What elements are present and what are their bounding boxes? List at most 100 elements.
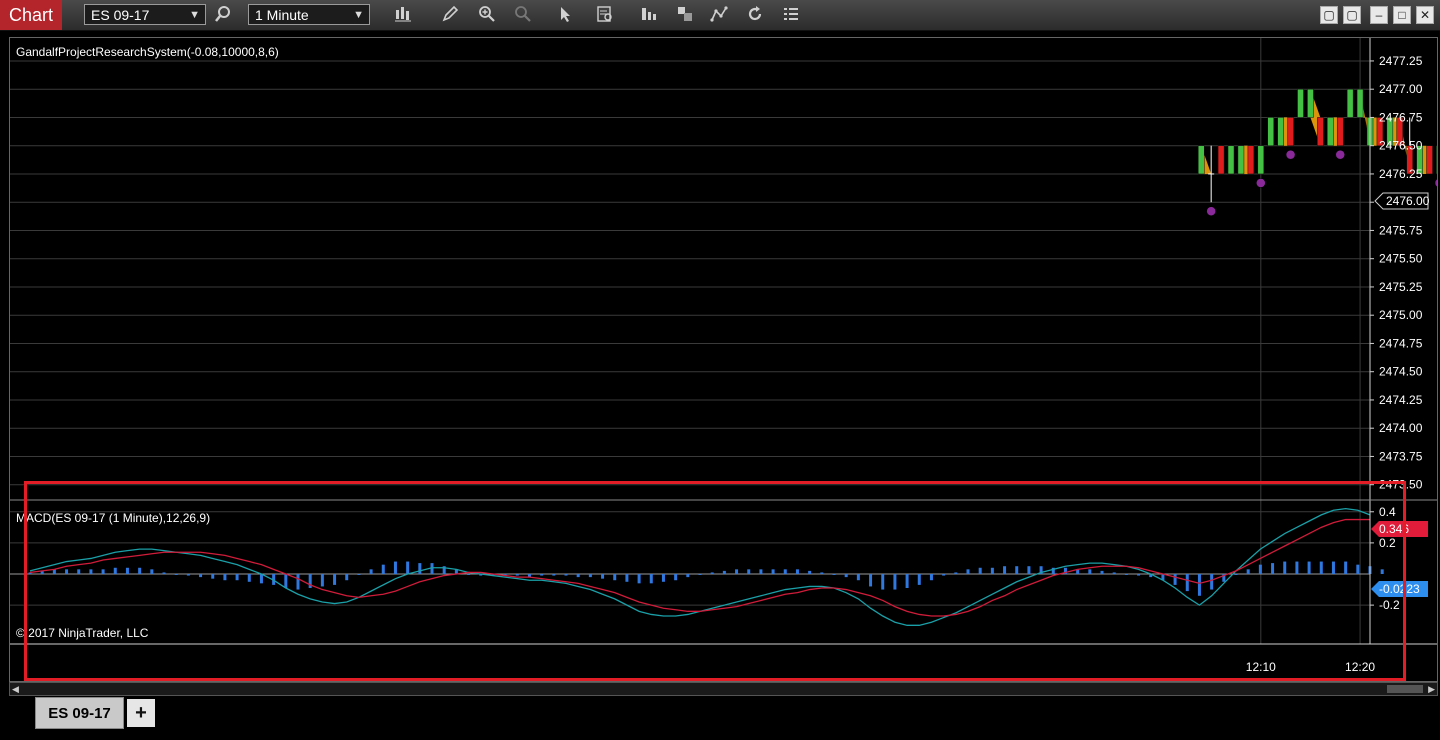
- macd-hist-bar: [613, 574, 617, 581]
- indicators-icon[interactable]: [638, 3, 660, 25]
- chevron-down-icon: ▼: [353, 9, 364, 21]
- add-tab-button[interactable]: +: [127, 699, 155, 727]
- macd-hist-bar: [942, 574, 946, 576]
- candle-body: [1356, 88, 1364, 118]
- macd-hist-bar: [406, 561, 410, 574]
- candle-body: [1297, 88, 1304, 118]
- reload-icon[interactable]: [744, 3, 766, 25]
- macd-hist-bar: [795, 569, 799, 574]
- price-and-macd-chart[interactable]: Long Entry4 @ 2476.25P_L_Exit_L4 @ 2475.…: [10, 38, 1437, 681]
- macd-hist-bar: [1197, 574, 1201, 596]
- macd-hist-bar: [747, 569, 751, 574]
- macd-hist-bar: [235, 574, 239, 581]
- macd-hist-bar: [369, 569, 373, 574]
- strategies-icon[interactable]: [674, 3, 696, 25]
- macd-hist-bar: [125, 567, 129, 574]
- copyright-text: © 2017 NinjaTrader, LLC: [16, 626, 149, 640]
- instrument-selector[interactable]: ES 09-17 ▼: [84, 4, 206, 25]
- price-tick-label: 2477.25: [1379, 54, 1423, 68]
- macd-hist-bar: [576, 574, 580, 578]
- candle-body: [1257, 145, 1265, 175]
- macd-hist-bar: [1295, 561, 1299, 574]
- window-title: Chart: [0, 0, 62, 30]
- macd-hist-bar: [588, 574, 592, 578]
- price-panel-label: GandalfProjectResearchSystem(-0.08,10000…: [16, 45, 279, 59]
- candle-body: [1336, 117, 1344, 146]
- marker-dot: [1434, 178, 1437, 187]
- bar-style-icon[interactable]: [392, 3, 414, 25]
- macd-hist-bar: [1088, 569, 1092, 574]
- macd-hist-bar: [89, 569, 93, 574]
- macd-hist-badge: -0.0223: [1371, 581, 1428, 597]
- macd-line: [29, 508, 1371, 626]
- properties-icon[interactable]: [780, 3, 802, 25]
- scroll-right-icon[interactable]: ▶: [1428, 683, 1435, 695]
- macd-hist-bar: [686, 574, 690, 578]
- macd-hist-bar: [601, 574, 605, 579]
- macd-hist-bar: [357, 574, 361, 575]
- macd-hist-bar: [735, 569, 739, 574]
- macd-hist-bar: [467, 574, 471, 575]
- candle-body: [1426, 145, 1433, 175]
- tile-button[interactable]: ▢: [1343, 6, 1361, 24]
- macd-hist-bar: [211, 574, 215, 579]
- macd-hist-bar: [515, 574, 519, 576]
- marker-dot: [1285, 149, 1296, 160]
- candle-body: [1237, 145, 1245, 175]
- scroll-left-icon[interactable]: ◀: [12, 683, 19, 695]
- macd-hist-bar: [345, 574, 349, 581]
- macd-hist-bar: [625, 574, 629, 582]
- chevron-down-icon: ▼: [189, 9, 200, 21]
- price-tick-label: 2474.00: [1379, 421, 1423, 435]
- price-tick-label: 2475.50: [1379, 252, 1423, 266]
- macd-panel-label: MACD(ES 09-17 (1 Minute),12,26,9): [16, 511, 210, 525]
- current-price-text: 2476.00: [1386, 194, 1430, 208]
- candle-body: [1227, 145, 1235, 175]
- macd-hist-bar: [101, 569, 105, 574]
- macd-hist-bar: [381, 564, 385, 574]
- minimize-button[interactable]: –: [1370, 6, 1388, 24]
- candle-body: [1217, 145, 1225, 175]
- macd-hist-bar: [320, 574, 324, 587]
- macd-hist-bar: [881, 574, 885, 590]
- macd-hist-bar: [832, 574, 836, 575]
- macd-hist-bar: [333, 574, 337, 585]
- tab-instrument[interactable]: ES 09-17: [35, 697, 124, 729]
- candle-body: [1307, 88, 1314, 118]
- scroll-thumb[interactable]: [1387, 685, 1423, 693]
- macd-hist-bar: [1271, 563, 1275, 574]
- candle-body: [1287, 117, 1294, 146]
- macd-hist-bar: [162, 572, 166, 574]
- macd-hist-bar: [759, 569, 763, 574]
- macd-hist-bar: [1380, 569, 1384, 574]
- macd-hist-bar: [1319, 561, 1323, 574]
- interval-selector[interactable]: 1 Minute ▼: [248, 4, 370, 25]
- macd-hist-bar: [150, 569, 154, 574]
- macd-hist-bar: [174, 574, 178, 575]
- macd-hist-bar: [284, 574, 288, 588]
- macd-hist-bar: [856, 574, 860, 581]
- maximize-button[interactable]: □: [1393, 6, 1411, 24]
- search-icon[interactable]: [212, 3, 234, 25]
- marker-dot: [1335, 149, 1345, 160]
- macd-hist-bar: [552, 574, 556, 576]
- draw-pencil-icon[interactable]: [439, 3, 461, 25]
- price-tick-label: 2476.50: [1379, 139, 1423, 153]
- candle-body: [1197, 145, 1205, 175]
- macd-hist-bar: [393, 561, 397, 574]
- signal-line: [29, 518, 1370, 617]
- horizontal-scrollbar[interactable]: ◀ ▶: [9, 682, 1438, 696]
- macd-hist-bar: [954, 572, 958, 574]
- pointer-icon[interactable]: [554, 3, 576, 25]
- price-tick-label: 2476.75: [1379, 110, 1423, 124]
- data-box-icon[interactable]: [594, 3, 616, 25]
- close-button[interactable]: ✕: [1416, 6, 1434, 24]
- price-tick-label: 2474.75: [1379, 336, 1423, 350]
- chart-area[interactable]: Long Entry4 @ 2476.25P_L_Exit_L4 @ 2475.…: [9, 37, 1438, 682]
- zoom-in-icon[interactable]: [476, 3, 498, 25]
- macd-hist-bar: [113, 567, 117, 574]
- restore-button[interactable]: ▢: [1320, 6, 1338, 24]
- zoom-out-icon[interactable]: [512, 3, 534, 25]
- chart-trader-icon[interactable]: [708, 3, 730, 25]
- macd-hist-bar: [1344, 561, 1348, 574]
